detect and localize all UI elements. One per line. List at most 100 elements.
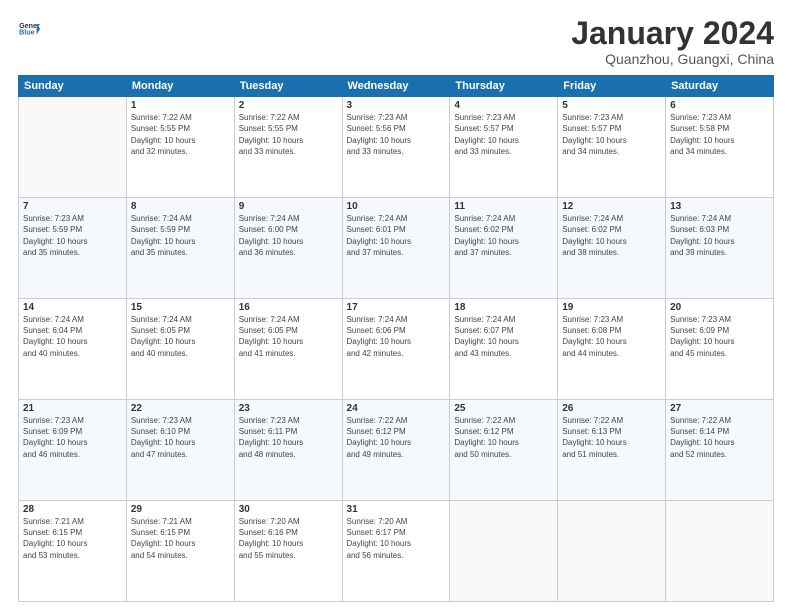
day-number: 18 bbox=[454, 302, 553, 313]
calendar-cell: 15Sunrise: 7:24 AM Sunset: 6:05 PM Dayli… bbox=[126, 299, 234, 400]
calendar-cell: 18Sunrise: 7:24 AM Sunset: 6:07 PM Dayli… bbox=[450, 299, 558, 400]
calendar-subtitle: Quanzhou, Guangxi, China bbox=[571, 51, 774, 67]
day-info: Sunrise: 7:24 AM Sunset: 6:01 PM Dayligh… bbox=[347, 213, 446, 258]
day-number: 16 bbox=[239, 302, 338, 313]
calendar-cell: 4Sunrise: 7:23 AM Sunset: 5:57 PM Daylig… bbox=[450, 97, 558, 198]
day-info: Sunrise: 7:20 AM Sunset: 6:17 PM Dayligh… bbox=[347, 516, 446, 561]
day-number: 25 bbox=[454, 403, 553, 414]
day-number: 20 bbox=[670, 302, 769, 313]
day-info: Sunrise: 7:21 AM Sunset: 6:15 PM Dayligh… bbox=[131, 516, 230, 561]
calendar-cell: 31Sunrise: 7:20 AM Sunset: 6:17 PM Dayli… bbox=[342, 501, 450, 602]
day-number: 5 bbox=[562, 100, 661, 111]
calendar-cell: 17Sunrise: 7:24 AM Sunset: 6:06 PM Dayli… bbox=[342, 299, 450, 400]
day-info: Sunrise: 7:23 AM Sunset: 6:08 PM Dayligh… bbox=[562, 314, 661, 359]
calendar-week-5: 28Sunrise: 7:21 AM Sunset: 6:15 PM Dayli… bbox=[19, 501, 774, 602]
calendar-week-4: 21Sunrise: 7:23 AM Sunset: 6:09 PM Dayli… bbox=[19, 400, 774, 501]
day-info: Sunrise: 7:24 AM Sunset: 6:06 PM Dayligh… bbox=[347, 314, 446, 359]
header-cell-friday: Friday bbox=[558, 76, 666, 97]
day-number: 22 bbox=[131, 403, 230, 414]
logo: General Blue bbox=[18, 16, 40, 40]
day-info: Sunrise: 7:23 AM Sunset: 5:59 PM Dayligh… bbox=[23, 213, 122, 258]
day-number: 1 bbox=[131, 100, 230, 111]
day-info: Sunrise: 7:22 AM Sunset: 6:12 PM Dayligh… bbox=[454, 415, 553, 460]
day-number: 12 bbox=[562, 201, 661, 212]
calendar-cell: 14Sunrise: 7:24 AM Sunset: 6:04 PM Dayli… bbox=[19, 299, 127, 400]
day-info: Sunrise: 7:24 AM Sunset: 6:00 PM Dayligh… bbox=[239, 213, 338, 258]
svg-text:Blue: Blue bbox=[19, 29, 35, 37]
calendar-cell: 7Sunrise: 7:23 AM Sunset: 5:59 PM Daylig… bbox=[19, 198, 127, 299]
day-number: 27 bbox=[670, 403, 769, 414]
calendar-cell: 6Sunrise: 7:23 AM Sunset: 5:58 PM Daylig… bbox=[666, 97, 774, 198]
calendar-cell: 1Sunrise: 7:22 AM Sunset: 5:55 PM Daylig… bbox=[126, 97, 234, 198]
calendar-cell: 20Sunrise: 7:23 AM Sunset: 6:09 PM Dayli… bbox=[666, 299, 774, 400]
day-info: Sunrise: 7:21 AM Sunset: 6:15 PM Dayligh… bbox=[23, 516, 122, 561]
calendar-cell: 22Sunrise: 7:23 AM Sunset: 6:10 PM Dayli… bbox=[126, 400, 234, 501]
header-cell-monday: Monday bbox=[126, 76, 234, 97]
day-info: Sunrise: 7:23 AM Sunset: 6:11 PM Dayligh… bbox=[239, 415, 338, 460]
header-cell-saturday: Saturday bbox=[666, 76, 774, 97]
day-info: Sunrise: 7:23 AM Sunset: 6:09 PM Dayligh… bbox=[23, 415, 122, 460]
header-row: SundayMondayTuesdayWednesdayThursdayFrid… bbox=[19, 76, 774, 97]
day-number: 21 bbox=[23, 403, 122, 414]
calendar-cell: 26Sunrise: 7:22 AM Sunset: 6:13 PM Dayli… bbox=[558, 400, 666, 501]
calendar-cell: 9Sunrise: 7:24 AM Sunset: 6:00 PM Daylig… bbox=[234, 198, 342, 299]
day-number: 29 bbox=[131, 504, 230, 515]
day-number: 9 bbox=[239, 201, 338, 212]
day-number: 28 bbox=[23, 504, 122, 515]
calendar-body: 1Sunrise: 7:22 AM Sunset: 5:55 PM Daylig… bbox=[19, 97, 774, 602]
calendar-cell: 25Sunrise: 7:22 AM Sunset: 6:12 PM Dayli… bbox=[450, 400, 558, 501]
calendar-week-3: 14Sunrise: 7:24 AM Sunset: 6:04 PM Dayli… bbox=[19, 299, 774, 400]
day-info: Sunrise: 7:24 AM Sunset: 6:02 PM Dayligh… bbox=[454, 213, 553, 258]
calendar-cell: 27Sunrise: 7:22 AM Sunset: 6:14 PM Dayli… bbox=[666, 400, 774, 501]
calendar-header: SundayMondayTuesdayWednesdayThursdayFrid… bbox=[19, 76, 774, 97]
day-number: 15 bbox=[131, 302, 230, 313]
header-cell-wednesday: Wednesday bbox=[342, 76, 450, 97]
header: General Blue January 2024 Quanzhou, Guan… bbox=[18, 16, 774, 67]
day-info: Sunrise: 7:20 AM Sunset: 6:16 PM Dayligh… bbox=[239, 516, 338, 561]
calendar-cell: 10Sunrise: 7:24 AM Sunset: 6:01 PM Dayli… bbox=[342, 198, 450, 299]
day-number: 3 bbox=[347, 100, 446, 111]
day-info: Sunrise: 7:22 AM Sunset: 6:12 PM Dayligh… bbox=[347, 415, 446, 460]
day-info: Sunrise: 7:23 AM Sunset: 6:09 PM Dayligh… bbox=[670, 314, 769, 359]
calendar-cell: 28Sunrise: 7:21 AM Sunset: 6:15 PM Dayli… bbox=[19, 501, 127, 602]
day-number: 24 bbox=[347, 403, 446, 414]
calendar-cell: 30Sunrise: 7:20 AM Sunset: 6:16 PM Dayli… bbox=[234, 501, 342, 602]
day-info: Sunrise: 7:24 AM Sunset: 6:04 PM Dayligh… bbox=[23, 314, 122, 359]
calendar-cell: 16Sunrise: 7:24 AM Sunset: 6:05 PM Dayli… bbox=[234, 299, 342, 400]
day-number: 10 bbox=[347, 201, 446, 212]
header-cell-tuesday: Tuesday bbox=[234, 76, 342, 97]
calendar-cell bbox=[666, 501, 774, 602]
header-cell-thursday: Thursday bbox=[450, 76, 558, 97]
day-number: 7 bbox=[23, 201, 122, 212]
calendar-cell: 11Sunrise: 7:24 AM Sunset: 6:02 PM Dayli… bbox=[450, 198, 558, 299]
day-number: 6 bbox=[670, 100, 769, 111]
logo-icon: General Blue bbox=[18, 18, 40, 40]
day-number: 8 bbox=[131, 201, 230, 212]
calendar-cell: 21Sunrise: 7:23 AM Sunset: 6:09 PM Dayli… bbox=[19, 400, 127, 501]
day-info: Sunrise: 7:23 AM Sunset: 6:10 PM Dayligh… bbox=[131, 415, 230, 460]
header-cell-sunday: Sunday bbox=[19, 76, 127, 97]
calendar-cell bbox=[19, 97, 127, 198]
day-info: Sunrise: 7:24 AM Sunset: 6:07 PM Dayligh… bbox=[454, 314, 553, 359]
calendar-cell: 13Sunrise: 7:24 AM Sunset: 6:03 PM Dayli… bbox=[666, 198, 774, 299]
calendar-cell: 2Sunrise: 7:22 AM Sunset: 5:55 PM Daylig… bbox=[234, 97, 342, 198]
day-number: 2 bbox=[239, 100, 338, 111]
day-number: 30 bbox=[239, 504, 338, 515]
day-number: 26 bbox=[562, 403, 661, 414]
calendar-table: SundayMondayTuesdayWednesdayThursdayFrid… bbox=[18, 75, 774, 602]
calendar-cell bbox=[450, 501, 558, 602]
calendar-cell: 8Sunrise: 7:24 AM Sunset: 5:59 PM Daylig… bbox=[126, 198, 234, 299]
day-info: Sunrise: 7:22 AM Sunset: 6:14 PM Dayligh… bbox=[670, 415, 769, 460]
calendar-cell: 3Sunrise: 7:23 AM Sunset: 5:56 PM Daylig… bbox=[342, 97, 450, 198]
calendar-cell: 29Sunrise: 7:21 AM Sunset: 6:15 PM Dayli… bbox=[126, 501, 234, 602]
calendar-week-2: 7Sunrise: 7:23 AM Sunset: 5:59 PM Daylig… bbox=[19, 198, 774, 299]
calendar-title: January 2024 bbox=[571, 16, 774, 51]
calendar-cell: 19Sunrise: 7:23 AM Sunset: 6:08 PM Dayli… bbox=[558, 299, 666, 400]
calendar-cell: 23Sunrise: 7:23 AM Sunset: 6:11 PM Dayli… bbox=[234, 400, 342, 501]
calendar-cell: 24Sunrise: 7:22 AM Sunset: 6:12 PM Dayli… bbox=[342, 400, 450, 501]
day-info: Sunrise: 7:23 AM Sunset: 5:58 PM Dayligh… bbox=[670, 112, 769, 157]
day-info: Sunrise: 7:24 AM Sunset: 5:59 PM Dayligh… bbox=[131, 213, 230, 258]
day-number: 4 bbox=[454, 100, 553, 111]
calendar-cell bbox=[558, 501, 666, 602]
day-info: Sunrise: 7:24 AM Sunset: 6:05 PM Dayligh… bbox=[131, 314, 230, 359]
